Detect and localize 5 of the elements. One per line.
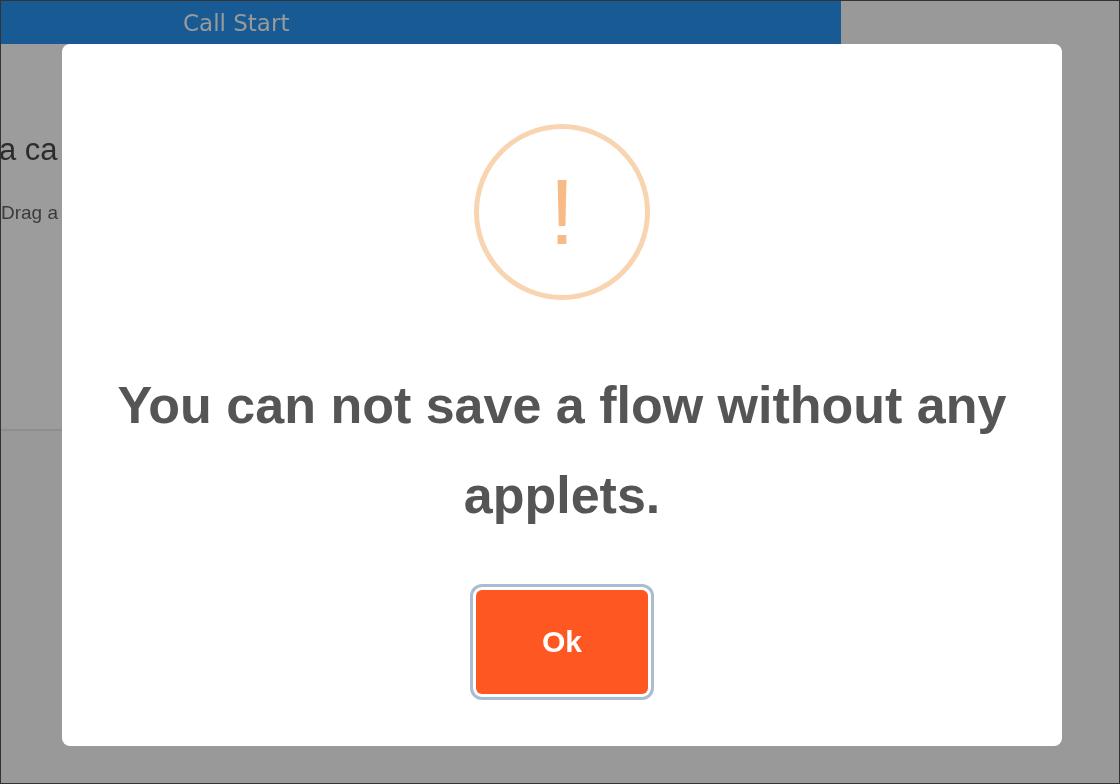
panel-heading: a ca xyxy=(1,132,59,168)
dialog-message: You can not save a flow without any applets. xyxy=(116,375,1008,526)
warning-icon: ! xyxy=(474,124,650,300)
panel-hint: Drag a xyxy=(1,202,60,224)
header-title: Call Start xyxy=(183,9,290,36)
